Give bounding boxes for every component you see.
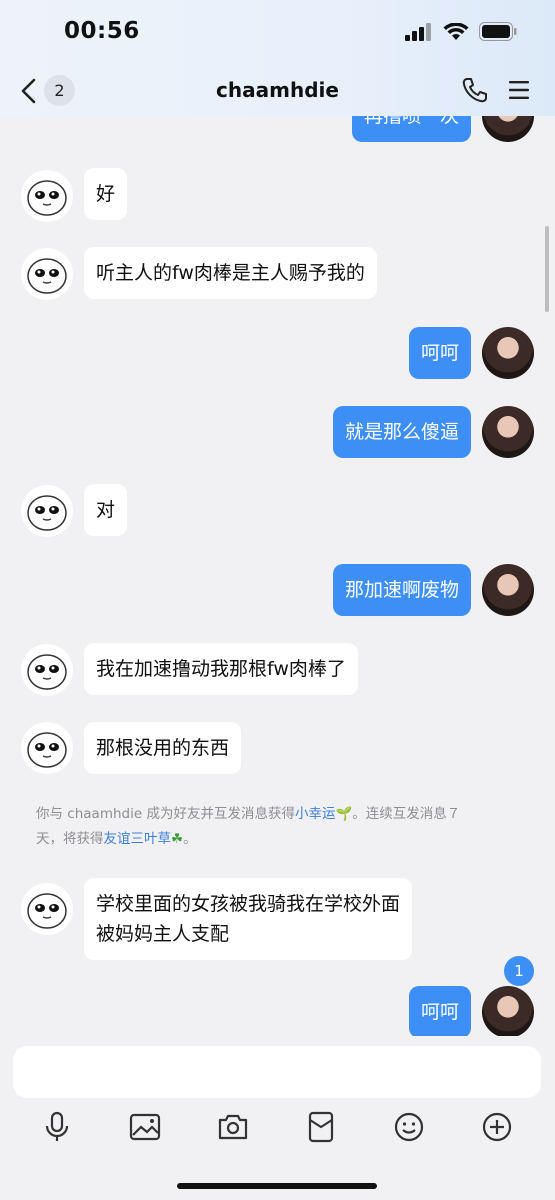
- message-bubble-outgoing[interactable]: 那加速啊废物: [332, 564, 471, 616]
- avatar-self[interactable]: [482, 406, 534, 458]
- notice-text: 你与 chaamhdie 成为好友并互发消息获得: [36, 806, 295, 822]
- avatar-contact[interactable]: [21, 485, 73, 537]
- image-icon[interactable]: [128, 1110, 162, 1144]
- message-bubble-incoming[interactable]: 好: [84, 168, 128, 220]
- notice-text: 。连续互发消息７: [352, 806, 461, 822]
- lucky-link[interactable]: 小幸运: [295, 806, 336, 822]
- avatar-self[interactable]: [482, 986, 534, 1036]
- microphone-icon[interactable]: [40, 1110, 74, 1144]
- avatar-self[interactable]: [482, 564, 534, 616]
- scrollbar[interactable]: [545, 226, 549, 312]
- notice-text: 天，将获得: [36, 831, 104, 847]
- avatar-self[interactable]: [482, 327, 534, 379]
- sprout-emoji: 🌱: [335, 806, 353, 822]
- avatar-contact[interactable]: [21, 170, 73, 222]
- message-bubble-outgoing[interactable]: 再撸喷一次: [351, 116, 471, 142]
- camera-icon[interactable]: [216, 1110, 250, 1144]
- signal-icon: [405, 22, 431, 41]
- avatar-contact[interactable]: [21, 883, 73, 935]
- message-bubble-incoming[interactable]: 对: [84, 484, 128, 536]
- status-icons: [405, 22, 517, 41]
- message-list[interactable]: 再撸喷一次 好 听主人的fw肉棒是主人赐予我的 呵呵 就是那么傻逼 对 那加速啊…: [0, 116, 555, 1036]
- contact-avatar-face: [27, 180, 67, 216]
- avatar-contact[interactable]: [21, 248, 73, 300]
- message-bubble-outgoing[interactable]: 呵呵: [408, 327, 471, 379]
- message-input[interactable]: [13, 1046, 541, 1098]
- composer: [0, 1036, 555, 1200]
- system-notice: 你与 chaamhdie 成为好友并互发消息获得小幸运🌱。连续互发消息７ 天，将…: [36, 802, 526, 852]
- new-message-badge[interactable]: 1: [504, 956, 534, 986]
- contact-avatar-face: [27, 732, 67, 768]
- menu-icon[interactable]: [507, 78, 531, 102]
- chat-header: 2 chaamhdie: [0, 66, 555, 116]
- emoji-icon[interactable]: [392, 1110, 426, 1144]
- message-bubble-incoming[interactable]: 那根没用的东西: [84, 722, 242, 774]
- red-packet-icon[interactable]: [304, 1110, 338, 1144]
- message-line: 被妈妈主人支配: [96, 923, 230, 945]
- friendship-clover-link[interactable]: 友谊三叶草: [104, 831, 172, 847]
- message-bubble-outgoing[interactable]: 呵呵: [408, 986, 471, 1036]
- home-indicator[interactable]: [177, 1183, 377, 1189]
- avatar-self[interactable]: [482, 116, 534, 142]
- battery-icon: [479, 22, 517, 41]
- message-bubble-incoming[interactable]: 我在加速撸动我那根fw肉棒了: [84, 643, 358, 695]
- avatar-contact[interactable]: [21, 644, 73, 696]
- composer-toolbar: [0, 1110, 555, 1148]
- status-time: 00:56: [64, 18, 140, 44]
- avatar-contact[interactable]: [21, 722, 73, 774]
- message-line: 学校里面的女孩被我骑我在学校外面: [96, 893, 401, 915]
- message-bubble-incoming[interactable]: 听主人的fw肉棒是主人赐予我的: [84, 247, 377, 299]
- clover-emoji: ☘: [171, 831, 184, 847]
- wifi-icon: [443, 22, 469, 40]
- contact-avatar-face: [27, 258, 67, 294]
- status-bar: 00:56: [0, 0, 555, 66]
- contact-avatar-face: [27, 893, 67, 929]
- message-bubble-incoming[interactable]: 学校里面的女孩被我骑我在学校外面 被妈妈主人支配: [84, 878, 413, 960]
- notice-text: 。: [183, 831, 197, 847]
- plus-icon[interactable]: [480, 1110, 514, 1144]
- contact-avatar-face: [27, 495, 67, 531]
- message-bubble-outgoing[interactable]: 就是那么傻逼: [332, 406, 471, 458]
- phone-icon[interactable]: [461, 76, 489, 104]
- contact-avatar-face: [27, 654, 67, 690]
